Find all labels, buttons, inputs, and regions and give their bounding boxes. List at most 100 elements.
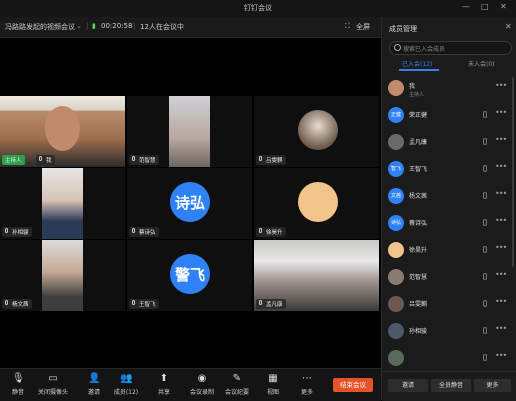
fullscreen-button[interactable]: 全屏 — [356, 22, 370, 32]
member-panel: 成员管理 ✕ 搜索已入会成员 已入会(12) 未入会(0) 我 主持人 ••• … — [381, 17, 516, 401]
member-name: 吕雯麒 — [409, 301, 428, 308]
divider: | — [86, 22, 89, 30]
meeting-toolbar: 冯路路发起的视频会议 ⌄ | ▮ 00:20:58 | 12人在会议中 ⛶ 全屏 — [0, 17, 381, 38]
member-row[interactable]: 孟凡康 ••• — [382, 131, 516, 154]
member-name: 孟凡康 — [409, 139, 428, 146]
member-row[interactable]: 正健 荣正健 ••• — [382, 104, 516, 127]
meeting-timer: 00:20:58 — [101, 22, 133, 30]
video-tile[interactable]: 徐昊升 — [254, 168, 379, 239]
mic-icon — [483, 273, 487, 280]
video-tile-me[interactable]: 主持人 我 — [0, 96, 125, 167]
participant-count: 12人在会议中 — [140, 23, 184, 31]
close-icon[interactable]: ✕ — [500, 2, 507, 11]
member-row[interactable]: ••• — [382, 347, 516, 370]
search-placeholder: 搜索已入会成员 — [403, 46, 446, 53]
mic-icon — [483, 300, 487, 307]
maximize-icon[interactable]: □ — [481, 2, 489, 11]
member-row[interactable]: 徐昊升 ••• — [382, 239, 516, 262]
video-tile[interactable]: 吕雯麒 — [254, 96, 379, 167]
member-row[interactable]: 范智慧 ••• — [382, 266, 516, 289]
avatar — [388, 323, 404, 339]
invite-button[interactable]: 邀请 — [388, 379, 428, 392]
avatar: 正健 — [388, 107, 404, 123]
video-tile[interactable]: 孙相骏 — [0, 168, 125, 239]
record-button[interactable]: ◉ 会议录制 — [187, 371, 217, 396]
member-row[interactable]: 智飞 王智飞 ••• — [382, 158, 516, 181]
mute-all-button[interactable]: 全员静音 — [431, 379, 471, 392]
avatar — [298, 182, 338, 222]
member-row[interactable]: 文茜 杨文茜 ••• — [382, 185, 516, 208]
member-row[interactable]: 吕雯麒 ••• — [382, 293, 516, 316]
avatar — [388, 296, 404, 312]
video-tile[interactable]: 警飞 王智飞 — [127, 240, 252, 311]
video-tile[interactable]: 范智慧 — [127, 96, 252, 167]
member-name: 荣正健 — [409, 112, 428, 119]
members-button[interactable]: 👥 成员(12) — [111, 371, 141, 396]
member-search-input[interactable]: 搜索已入会成员 — [389, 41, 512, 55]
more-button[interactable]: ⋯ 更多 — [292, 371, 322, 396]
members-icon: 👥 — [120, 373, 133, 384]
minutes-button[interactable]: ✎ 会议纪要 — [222, 371, 252, 396]
more-icon[interactable]: ••• — [495, 162, 507, 171]
member-row[interactable]: 孙相骏 ••• — [382, 320, 516, 343]
share-button[interactable]: ⬆ 共享 — [149, 371, 179, 396]
video-grid: 主持人 我 范智慧 吕雯麒 孙相骏 诗弘 蔡诗弘 徐昊升 杨文茜 警飞 王智飞 … — [0, 96, 379, 312]
mute-button[interactable]: 🎙 静音 — [3, 371, 33, 396]
record-icon: ◉ — [197, 373, 207, 384]
member-row[interactable]: 我 主持人 ••• — [382, 77, 516, 100]
view-button[interactable]: ▦ 视图 — [258, 371, 288, 396]
name-tag: 吕雯麒 — [256, 155, 286, 165]
divider: | — [133, 22, 136, 30]
minutes-icon: ✎ — [232, 373, 242, 384]
minimize-icon[interactable]: — — [462, 2, 470, 11]
video-tile[interactable]: 孟凡康 — [254, 240, 379, 311]
more-icon[interactable]: ••• — [495, 189, 507, 198]
mic-icon — [5, 228, 8, 233]
avatar: 警飞 — [170, 254, 210, 294]
camera-video — [169, 96, 210, 167]
more-icon[interactable]: ••• — [495, 297, 507, 306]
more-icon[interactable]: ••• — [495, 270, 507, 279]
more-icon[interactable]: ••• — [495, 243, 507, 252]
network-icon: ▮ — [92, 22, 96, 30]
more-icon[interactable]: ••• — [495, 81, 507, 90]
invite-button[interactable]: 👤 邀请 — [79, 371, 109, 396]
panel-footer: 邀请 全员静音 更多 — [382, 371, 516, 401]
end-meeting-button[interactable]: 结束会议 — [333, 378, 373, 392]
member-name: 徐昊升 — [409, 247, 428, 254]
more-icon[interactable]: ••• — [495, 216, 507, 225]
member-name: 我 — [409, 83, 416, 90]
avatar — [298, 110, 338, 150]
avatar — [388, 134, 404, 150]
member-name: 杨文茜 — [409, 193, 428, 200]
member-name: 王智飞 — [409, 166, 428, 173]
name-tag: 王智飞 — [129, 299, 159, 309]
tab-not-joined[interactable]: 未入会(0) — [468, 59, 495, 68]
more-icon[interactable]: ••• — [495, 324, 507, 333]
avatar: 智飞 — [388, 161, 404, 177]
more-icon[interactable]: ••• — [495, 108, 507, 117]
more-icon[interactable]: ••• — [495, 135, 507, 144]
more-button[interactable]: 更多 — [474, 379, 511, 392]
tab-indicator — [399, 69, 439, 71]
panel-title: 成员管理 — [389, 25, 417, 33]
camera-button[interactable]: ▭ 关闭摄像头 — [38, 371, 68, 396]
tab-joined[interactable]: 已入会(12) — [402, 59, 432, 68]
member-role: 主持人 — [409, 92, 425, 98]
fullscreen-icon[interactable]: ⛶ — [345, 22, 350, 31]
close-icon[interactable]: ✕ — [505, 22, 512, 31]
member-name: 孙相骏 — [409, 328, 428, 335]
mic-icon — [483, 192, 487, 199]
camera-video — [42, 168, 83, 239]
chevron-down-icon[interactable]: ⌄ — [76, 22, 82, 30]
avatar — [388, 80, 404, 96]
video-tile[interactable]: 杨文茜 — [0, 240, 125, 311]
video-tile[interactable]: 诗弘 蔡诗弘 — [127, 168, 252, 239]
mic-icon — [483, 219, 487, 226]
name-tag: 范智慧 — [129, 155, 159, 165]
member-row[interactable]: 诗弘 蔡诗弘 ••• — [382, 212, 516, 235]
more-icon[interactable]: ••• — [495, 351, 507, 360]
mic-icon — [5, 300, 8, 305]
name-tag: 徐昊升 — [256, 227, 286, 237]
more-icon: ⋯ — [302, 373, 312, 384]
